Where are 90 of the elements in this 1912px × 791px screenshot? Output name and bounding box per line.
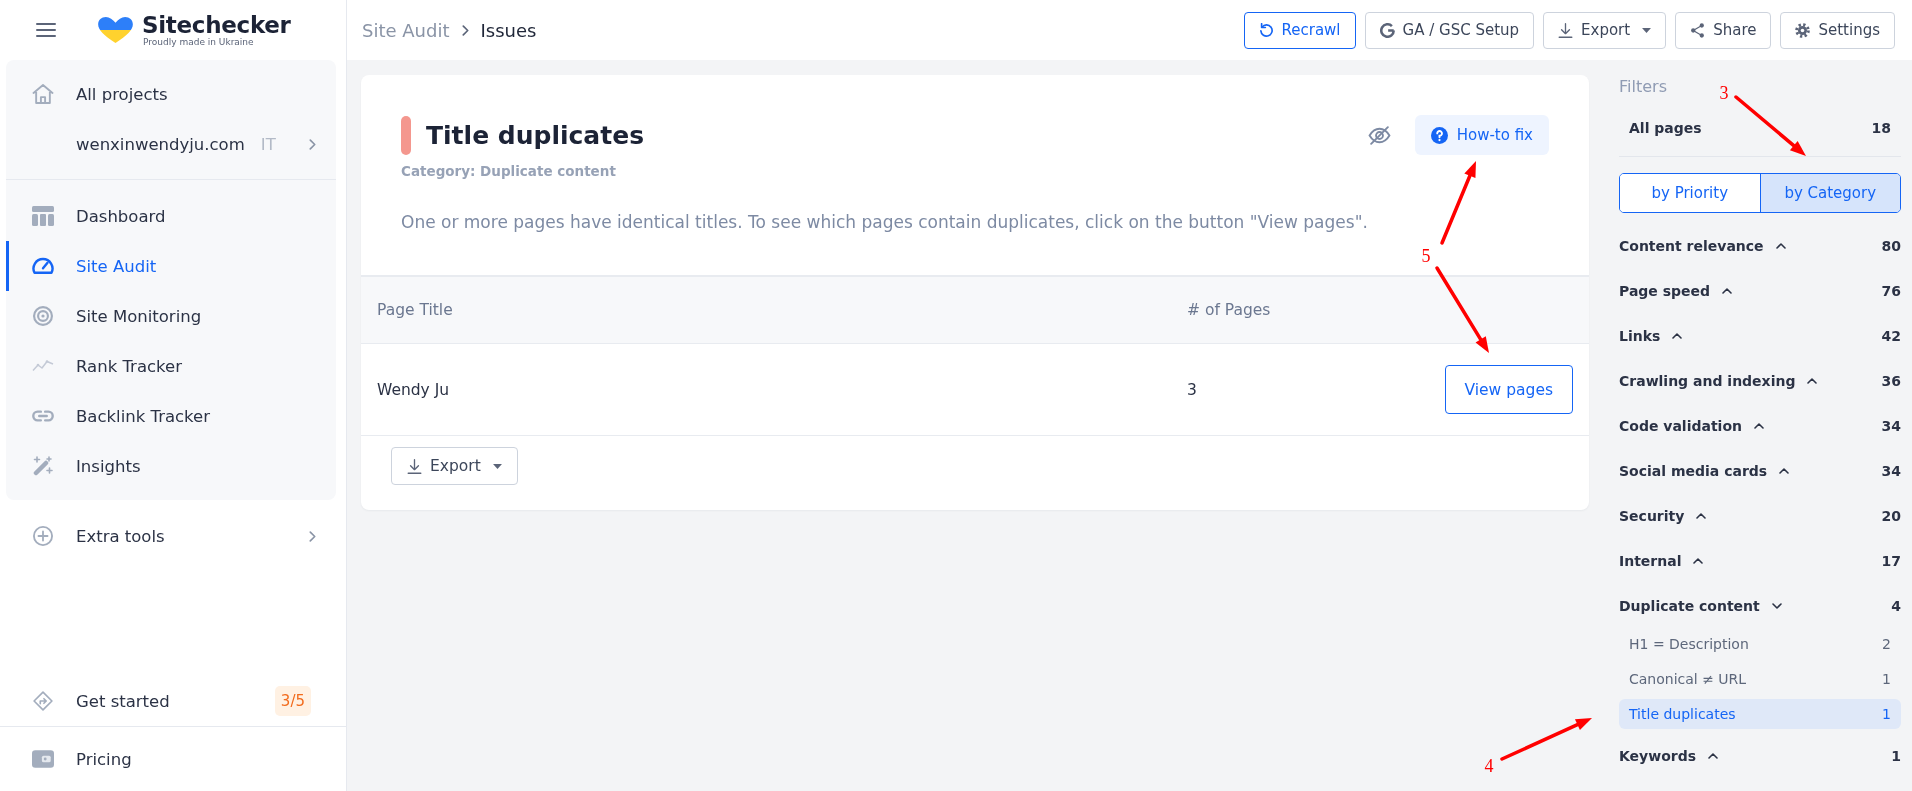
issue-count: 76	[1881, 283, 1901, 299]
chevron-right-icon	[309, 138, 316, 150]
toolbar-button[interactable]: GA / GSC Setup	[1364, 11, 1535, 49]
filter-item[interactable]: H1 = Description 2	[1619, 629, 1901, 659]
export-button[interactable]: Export	[391, 447, 518, 485]
issue-count: 4	[1891, 598, 1901, 614]
segment-tab[interactable]: by Category	[1759, 174, 1900, 212]
issue-count: 80	[1881, 238, 1901, 254]
category-toggle[interactable]: Code validation	[1619, 418, 1764, 434]
all-pages-filter[interactable]: All pages 18	[1619, 108, 1901, 148]
nav-item[interactable]: Insights	[6, 441, 336, 491]
project-selector[interactable]: wenxinwendyju.com IT	[6, 119, 336, 169]
issue-count: 1	[1882, 706, 1891, 722]
category-toggle[interactable]: Keywords	[1619, 748, 1719, 764]
toolbar-button[interactable]: Recrawl	[1243, 11, 1356, 49]
table-cell-text: Wendy Ju	[377, 380, 451, 399]
annotation-number: 3	[1719, 84, 1729, 102]
issue-count: 17	[1881, 553, 1901, 569]
share-icon	[1690, 22, 1706, 38]
nav-item[interactable]: All projects	[6, 69, 336, 119]
table-cell-text: 3	[1187, 380, 1198, 399]
download-icon	[407, 458, 422, 474]
category-toggle[interactable]: Content relevance	[1619, 238, 1786, 254]
heart-logo-icon	[98, 16, 133, 44]
chevron-right-icon	[461, 24, 469, 36]
nav-item[interactable]: Backlink Tracker	[6, 391, 336, 441]
nav-item[interactable]: Site Audit	[6, 241, 336, 291]
chevron-right-icon	[309, 530, 316, 542]
project-tag: IT	[260, 134, 276, 154]
plus-circle-icon	[32, 526, 54, 546]
caret-icon	[492, 463, 502, 469]
issue-count: 1	[1882, 671, 1891, 687]
nav-item[interactable]: Pricing	[0, 727, 346, 791]
toolbar-button[interactable]: Export	[1543, 11, 1667, 49]
gear-icon	[1795, 22, 1811, 38]
nav-item[interactable]: Rank Tracker	[6, 341, 336, 391]
issue-count: 2	[1882, 636, 1891, 652]
issue-count: 20	[1881, 508, 1901, 524]
home-icon	[32, 84, 54, 104]
refresh-icon	[1258, 22, 1274, 38]
g-letter-icon	[1379, 22, 1395, 38]
annotation-number: 5	[1421, 247, 1431, 265]
breadcrumb-current: Issues	[480, 19, 537, 41]
eye-slash-icon[interactable]	[1367, 125, 1391, 145]
wallet-icon	[32, 749, 54, 769]
view-pages-button[interactable]: View pages	[1444, 365, 1573, 414]
filter-item[interactable]: Canonical ≠ URL 1	[1619, 664, 1901, 694]
issue-title: Title duplicates	[426, 120, 644, 150]
category-toggle[interactable]: Page speed	[1619, 283, 1733, 299]
nav-item[interactable]: Dashboard	[6, 191, 336, 241]
segment-tab[interactable]: by Priority	[1620, 174, 1760, 212]
category-toggle[interactable]: Links	[1619, 328, 1683, 344]
category-toggle[interactable]: Duplicate content	[1619, 598, 1782, 614]
annotation-number: 4	[1484, 757, 1494, 775]
nav-item[interactable]: Get started 3/5	[0, 676, 346, 726]
radar-icon	[32, 306, 54, 326]
diamond-arrow-icon	[32, 691, 54, 711]
issue-count: 1	[1891, 748, 1901, 764]
annotation-arrow	[1734, 95, 1806, 156]
caret-icon	[1642, 27, 1652, 33]
priority-bar	[401, 115, 411, 155]
progress-badge: 3/5	[274, 686, 311, 716]
issue-count: 18	[1871, 120, 1891, 136]
download-icon	[1558, 22, 1574, 38]
category-toggle[interactable]: Crawling and indexing	[1619, 373, 1818, 389]
toolbar-button[interactable]: Settings	[1780, 11, 1895, 49]
filters-title: Filters	[1619, 76, 1667, 98]
nav-item[interactable]: Site Monitoring	[6, 291, 336, 341]
how-to-fix-button[interactable]: How-to fix	[1414, 115, 1549, 155]
table-icon	[32, 206, 54, 226]
category-toggle[interactable]: Social media cards	[1619, 463, 1790, 479]
magic-wand-icon	[32, 456, 54, 476]
nav-item[interactable]: Extra tools	[6, 511, 336, 561]
issue-count: 34	[1881, 418, 1901, 434]
category-toggle[interactable]: Security	[1619, 508, 1707, 524]
category-toggle[interactable]: Internal	[1619, 553, 1704, 569]
issue-description: One or more pages have identical titles. To see which pages contain duplicates, click on the button "View pages".	[401, 211, 1369, 233]
column-header: # of Pages	[1187, 301, 1272, 319]
column-header: Page Title	[377, 301, 454, 319]
brand-name: Sitechecker	[142, 12, 291, 37]
issue-count: 36	[1881, 373, 1901, 389]
menu-icon[interactable]	[36, 23, 56, 37]
issue-count: 42	[1881, 328, 1901, 344]
issue-category: Category: Duplicate content	[401, 162, 617, 180]
toolbar-button[interactable]: Share	[1675, 11, 1772, 49]
brand-tagline: Proudly made in Ukraine	[143, 36, 254, 48]
help-icon	[1430, 126, 1448, 144]
issue-count: 34	[1881, 463, 1901, 479]
gauge-icon	[32, 256, 54, 276]
filter-item[interactable]: Title duplicates 1	[1619, 699, 1901, 729]
